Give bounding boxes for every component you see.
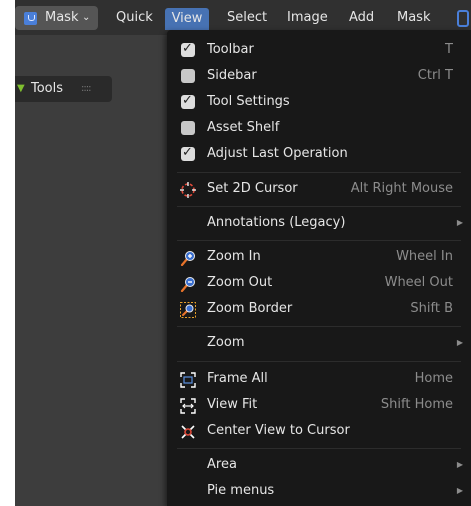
- menu-item-label: Tool Settings: [207, 94, 290, 109]
- submenu-arrow-icon: ▶: [456, 486, 463, 495]
- editor-type-icon[interactable]: [457, 10, 469, 27]
- shortcut-text: Home: [414, 371, 453, 386]
- checkbox[interactable]: [181, 121, 195, 135]
- shortcut-text: Shift B: [410, 301, 453, 316]
- menu-item-label: Set 2D Cursor: [207, 181, 298, 196]
- menu-item-label: Toolbar: [207, 42, 254, 57]
- menu-item-zoom[interactable]: Zoom ▶: [167, 330, 471, 356]
- menu-separator: [177, 361, 461, 362]
- mask-mode-icon: [24, 12, 37, 25]
- menu-item-label: Sidebar: [207, 68, 257, 83]
- menu-item-label: Zoom Out: [207, 275, 273, 290]
- menu-item-tool-settings[interactable]: ✓ Tool Settings: [167, 89, 471, 115]
- menu-mask[interactable]: Mask: [397, 8, 430, 28]
- menu-item-pie-menus[interactable]: Pie menus ▶: [167, 478, 471, 504]
- menu-image[interactable]: Image: [287, 8, 328, 28]
- tools-label: Tools: [31, 81, 64, 96]
- menu-item-annotations[interactable]: Annotations (Legacy) ▶: [167, 210, 471, 236]
- shortcut-text: Alt Right Mouse: [350, 181, 453, 196]
- image-editor-area: Mask ⌄ Quick View Select Image Add Mask …: [15, 0, 471, 506]
- menu-item-zoom-out[interactable]: Zoom Out Wheel Out: [167, 270, 471, 296]
- checkbox[interactable]: ✓: [181, 145, 195, 161]
- menu-item-label: Zoom Border: [207, 301, 293, 316]
- menu-item-asset-shelf[interactable]: Asset Shelf: [167, 115, 471, 141]
- shortcut-text: Wheel In: [396, 249, 453, 264]
- menu-item-label: Center View to Cursor: [207, 423, 350, 438]
- menu-item-center-view-to-cursor[interactable]: Center View to Cursor: [167, 418, 471, 444]
- menu-item-label: Pie menus: [207, 483, 275, 498]
- frame-all-icon: [180, 372, 196, 388]
- view-fit-icon: [180, 398, 196, 414]
- zoom-in-icon: [180, 251, 195, 266]
- menu-add[interactable]: Add: [349, 8, 374, 28]
- menu-item-label: Annotations (Legacy): [207, 215, 346, 230]
- menu-item-label: Frame All: [207, 371, 268, 386]
- submenu-arrow-icon: ▶: [456, 338, 463, 347]
- menu-item-zoom-border[interactable]: Zoom Border Shift B: [167, 296, 471, 322]
- grip-icon[interactable]: ::::: [81, 80, 92, 98]
- zoom-out-icon: [180, 277, 195, 292]
- shortcut-text: Wheel Out: [384, 275, 453, 290]
- checkmark-icon: ✓: [182, 93, 193, 108]
- submenu-arrow-icon: ▶: [456, 460, 463, 469]
- shortcut-text: Ctrl T: [417, 68, 453, 83]
- view-menu-dropdown: ✓ Toolbar T Sidebar Ctrl T ✓ Tool Settin…: [167, 30, 471, 506]
- chevron-down-icon: ⌄: [82, 12, 91, 23]
- checkmark-icon: ✓: [182, 41, 193, 56]
- expand-triangle-icon: ▼: [17, 83, 25, 94]
- checkbox[interactable]: ✓: [181, 41, 195, 57]
- menu-separator: [177, 172, 461, 173]
- menu-item-sidebar[interactable]: Sidebar Ctrl T: [167, 63, 471, 89]
- menu-item-view-fit[interactable]: View Fit Shift Home: [167, 392, 471, 418]
- menu-item-area[interactable]: Area ▶: [167, 452, 471, 478]
- shortcut-text: T: [445, 42, 453, 57]
- checkmark-icon: ✓: [182, 145, 193, 160]
- cursor-target-icon: [180, 182, 196, 198]
- checkbox[interactable]: [181, 69, 195, 83]
- menu-quick[interactable]: Quick: [116, 8, 153, 28]
- menu-item-label: Asset Shelf: [207, 120, 280, 135]
- mode-dropdown[interactable]: Mask ⌄: [15, 6, 98, 30]
- tools-panel-tab[interactable]: ▼ Tools ::::: [15, 76, 112, 102]
- menu-separator: [177, 448, 461, 449]
- menu-item-label: Adjust Last Operation: [207, 146, 348, 161]
- zoom-border-icon: [180, 302, 196, 318]
- menu-item-label: Zoom In: [207, 249, 261, 264]
- checkbox[interactable]: ✓: [181, 93, 195, 109]
- menu-item-zoom-in[interactable]: Zoom In Wheel In: [167, 244, 471, 270]
- menu-item-set-2d-cursor[interactable]: Set 2D Cursor Alt Right Mouse: [167, 176, 471, 202]
- shortcut-text: Shift Home: [380, 397, 453, 412]
- menu-item-adjust-last-operation[interactable]: ✓ Adjust Last Operation: [167, 141, 471, 167]
- menu-item-frame-all[interactable]: Frame All Home: [167, 366, 471, 392]
- center-view-icon: [181, 425, 195, 439]
- menu-separator: [177, 326, 461, 327]
- menu-item-toolbar[interactable]: ✓ Toolbar T: [167, 37, 471, 63]
- menu-view[interactable]: View: [165, 8, 209, 30]
- menu-item-label: View Fit: [207, 397, 258, 412]
- submenu-arrow-icon: ▶: [456, 218, 463, 227]
- menu-item-label: Zoom: [207, 335, 245, 350]
- menu-select[interactable]: Select: [227, 8, 267, 28]
- mode-label: Mask: [45, 10, 79, 25]
- menu-separator: [177, 240, 461, 241]
- menu-separator: [177, 206, 461, 207]
- menu-item-label: Area: [207, 457, 237, 472]
